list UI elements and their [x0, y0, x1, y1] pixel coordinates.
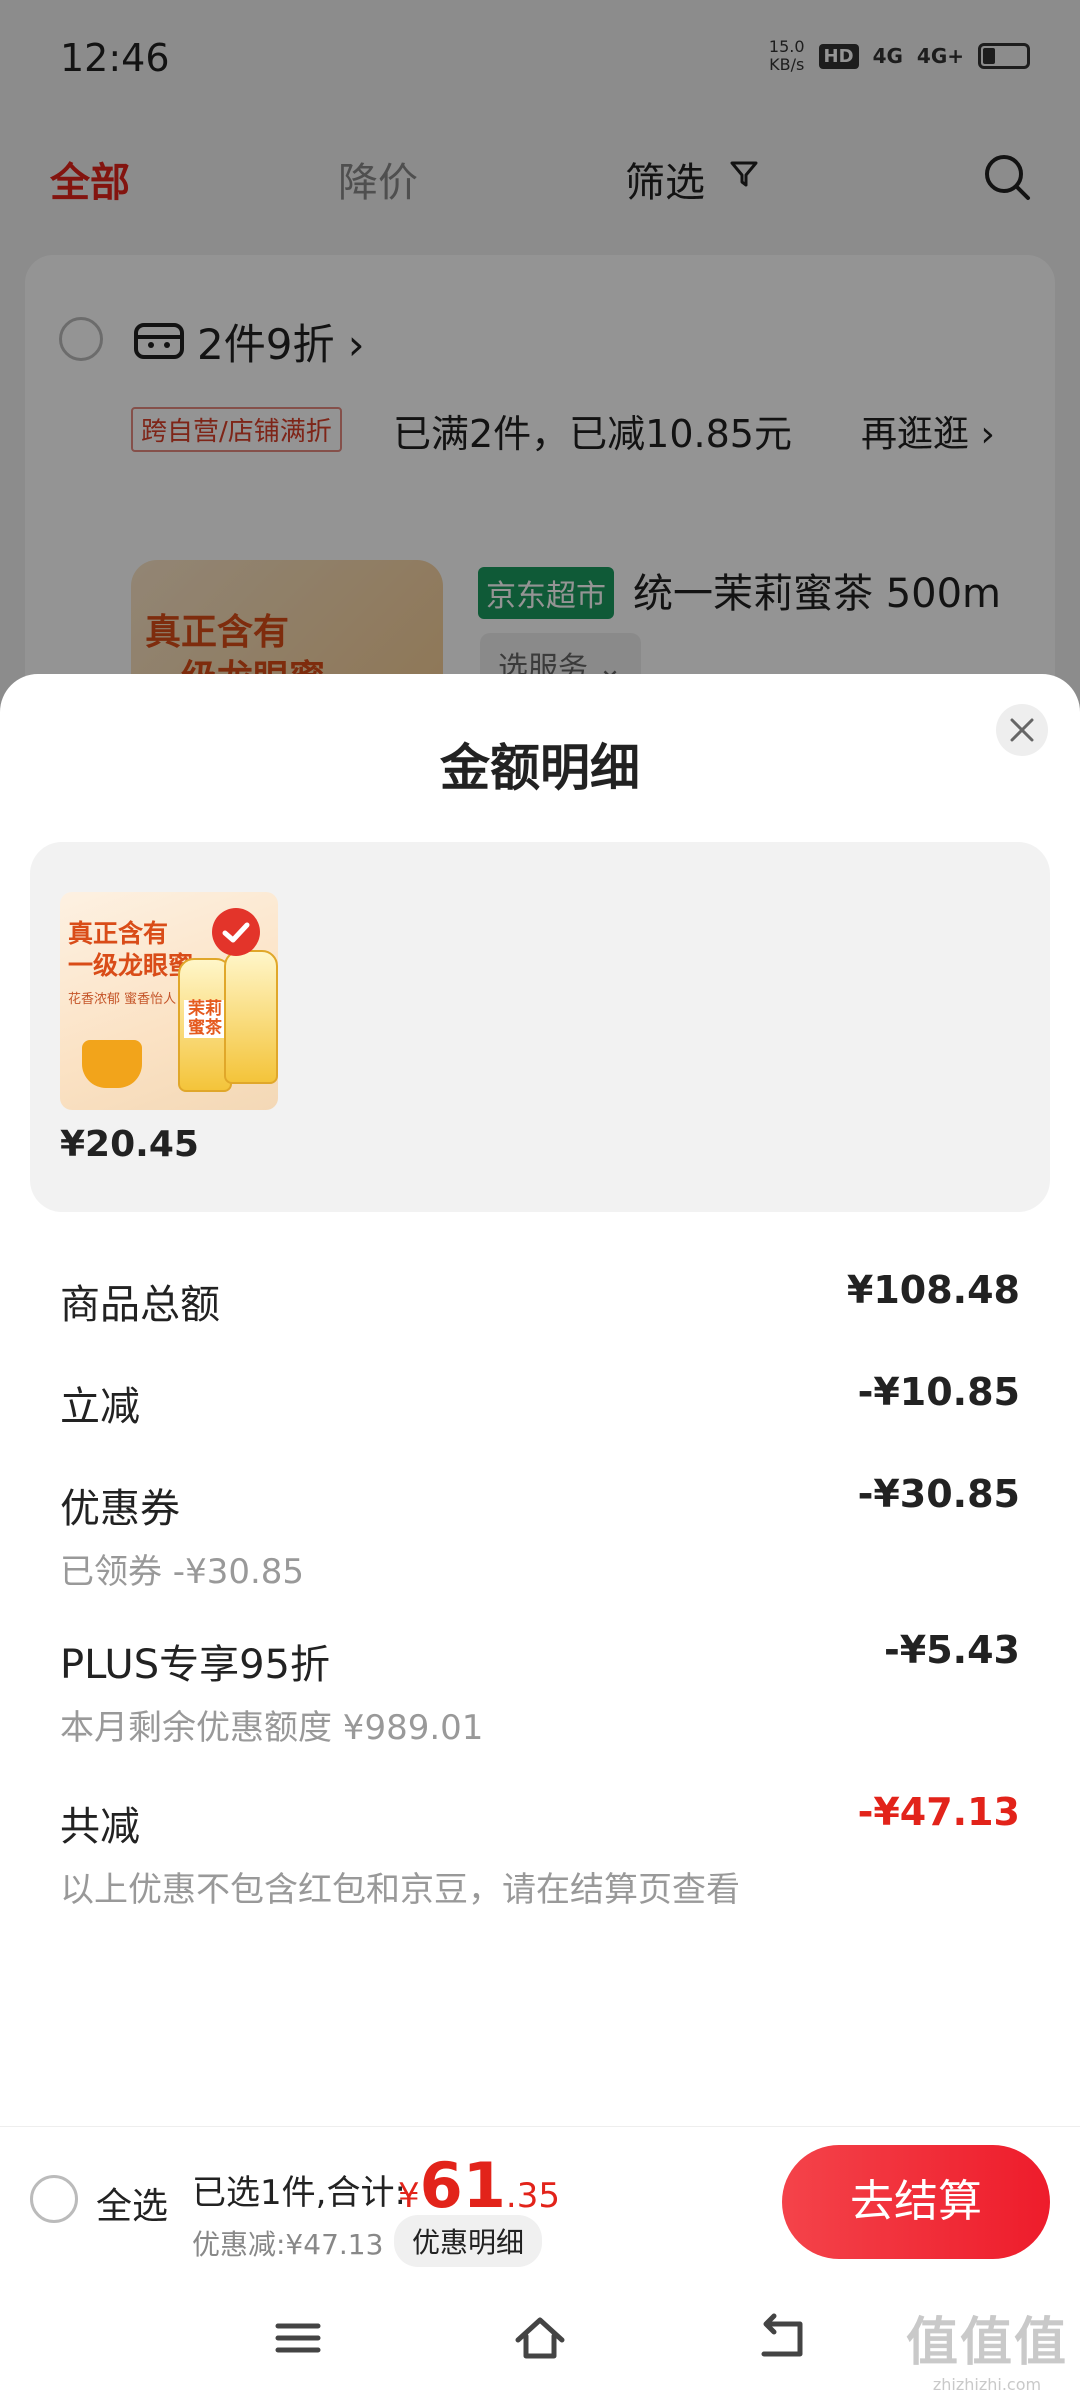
bottle-image [224, 950, 278, 1084]
close-icon [1010, 718, 1034, 742]
total-price: ¥61.35 [398, 2149, 560, 2222]
back-icon[interactable] [752, 2310, 812, 2366]
item-image-slogan: 花香浓郁 蜜香怡人 [68, 992, 177, 1007]
subtotal-value: ¥108.48 [846, 1268, 1020, 1312]
item-price: ¥20.45 [60, 1124, 199, 1165]
selected-items-panel: 真正含有 一级龙眼蜜 花香浓郁 蜜香怡人 茉莉蜜茶 ¥20.45 [30, 842, 1050, 1212]
coupon-value: -¥30.85 [857, 1472, 1020, 1516]
plus-quota-text: 本月剩余优惠额度 ¥989.01 [60, 1708, 484, 1748]
discount-summary: 优惠减:¥47.13 [192, 2228, 384, 2261]
honey-jar-image [82, 1040, 142, 1088]
bottle-label: 茉莉蜜茶 [184, 1000, 226, 1038]
plus-discount-value: -¥5.43 [884, 1628, 1020, 1672]
menu-icon[interactable] [268, 2310, 328, 2366]
total-discount-label: 共减 [60, 1804, 140, 1850]
sheet-title: 金额明细 [440, 739, 640, 797]
discount-detail-button[interactable]: 优惠明细 [394, 2215, 543, 2267]
item-image-headline: 真正含有 一级龙眼蜜 [68, 919, 194, 980]
discount-note: 以上优惠不包含红包和京豆，请在结算页查看 [60, 1870, 740, 1910]
item-image[interactable]: 真正含有 一级龙眼蜜 花香浓郁 蜜香怡人 茉莉蜜茶 [60, 892, 278, 1110]
instant-discount-label: 立减 [60, 1384, 140, 1430]
select-all-label[interactable]: 全选 [96, 2177, 168, 2229]
instant-discount-value: -¥10.85 [857, 1370, 1020, 1414]
subtotal-label: 商品总额 [60, 1282, 220, 1328]
select-all-radio[interactable] [30, 2175, 78, 2223]
modal-backdrop[interactable] [0, 0, 1080, 720]
coupon-sub-text: 已领券 -¥30.85 [60, 1552, 305, 1592]
coupon-label: 优惠券 [60, 1486, 180, 1532]
selected-summary: 已选1件,合计: [192, 2173, 406, 2213]
amount-detail-sheet: 金额明细 真正含有 一级龙眼蜜 花香浓郁 蜜香怡人 茉莉蜜茶 ¥20.45 商品… [0, 674, 1080, 2126]
selected-check-icon [212, 908, 260, 956]
site-watermark: 值值值 zhizhizhi.com [905, 2313, 1068, 2394]
total-discount-value: -¥47.13 [857, 1790, 1020, 1834]
checkout-bar: 全选 已选1件,合计: ¥61.35 优惠减:¥47.13 优惠明细 去结算 [0, 2126, 1080, 2277]
close-button[interactable] [996, 704, 1048, 756]
home-icon[interactable] [510, 2310, 570, 2366]
checkout-button[interactable]: 去结算 [782, 2145, 1050, 2259]
plus-discount-label: PLUS专享95折 [60, 1642, 330, 1688]
system-nav-bar: 值值值 zhizhizhi.com [0, 2276, 1080, 2400]
